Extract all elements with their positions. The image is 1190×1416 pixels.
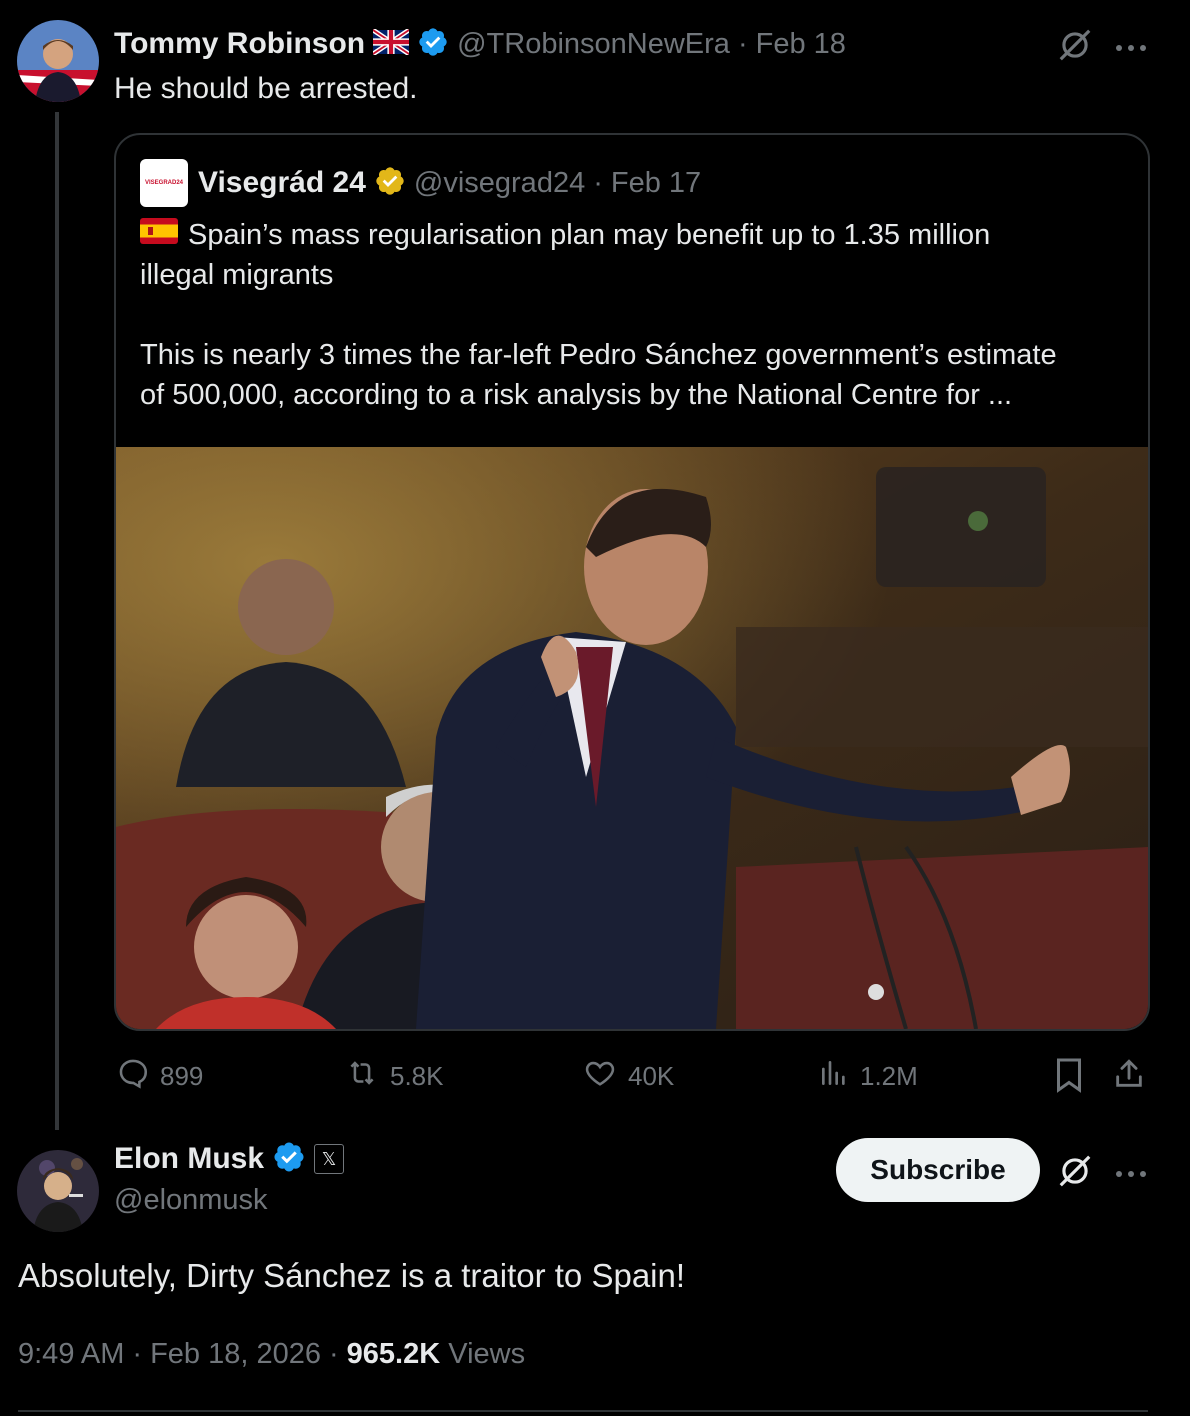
tweet2-views[interactable]: 965.2K Views xyxy=(347,1338,525,1371)
repost-icon xyxy=(344,1056,380,1097)
verified-badge-icon[interactable] xyxy=(417,26,449,63)
tweet2-separator1: · xyxy=(132,1337,143,1370)
views-icon xyxy=(818,1056,850,1097)
reply-count: 899 xyxy=(160,1060,204,1091)
quoted-display-name[interactable]: Visegrád 24 xyxy=(198,166,366,200)
like-action[interactable]: 40K xyxy=(582,1056,674,1096)
bottom-divider xyxy=(18,1410,1148,1412)
more-icon[interactable] xyxy=(1114,40,1148,58)
elon-musk-avatar[interactable] xyxy=(17,1150,99,1232)
bookmark-icon[interactable] xyxy=(1054,1057,1084,1098)
grok-icon[interactable] xyxy=(1056,26,1094,69)
quoted-tweet-photo[interactable] xyxy=(116,447,1148,1029)
verified-badge-icon[interactable] xyxy=(272,1140,306,1179)
tweet2-text: Absolutely, Dirty Sánchez is a traitor t… xyxy=(18,1257,686,1294)
x-badge-icon[interactable]: 𝕏 xyxy=(314,1144,345,1174)
views-count: 1.2M xyxy=(860,1060,918,1091)
more-icon[interactable] xyxy=(1114,1166,1148,1184)
views-action[interactable]: 1.2M xyxy=(818,1056,918,1096)
x-badge-text: 𝕏 xyxy=(321,1148,337,1169)
quoted-text: Spain’s mass regularisation plan may ben… xyxy=(140,215,1130,415)
tweet1-header: Tommy Robinson @TRobinsonNewEra · Feb 18 xyxy=(114,26,846,62)
tommy-robinson-avatar[interactable] xyxy=(17,20,99,102)
quoted-separator: · xyxy=(593,166,603,199)
repost-action[interactable]: 5.8K xyxy=(344,1056,444,1096)
reply-icon xyxy=(116,1056,150,1097)
repost-count: 5.8K xyxy=(390,1060,444,1091)
like-count: 40K xyxy=(628,1060,675,1091)
tweet1-text: He should be arrested. xyxy=(114,72,418,105)
quoted-text-line4: of 500,000, according to a risk analysis… xyxy=(140,379,1013,411)
tweet2-views-count: 965.2K xyxy=(346,1337,441,1370)
reply-action[interactable]: 899 xyxy=(116,1056,203,1096)
quoted-date[interactable]: Feb 17 xyxy=(611,167,701,200)
tweet2-handle[interactable]: @elonmusk xyxy=(114,1182,268,1218)
tweet2-views-label: Views xyxy=(448,1337,526,1370)
subscribe-button[interactable]: Subscribe xyxy=(836,1138,1040,1202)
tweet2-metadata: 9:49 AM · Feb 18, 2026 · 965.2K Views xyxy=(18,1334,525,1374)
visegrad-avatar[interactable]: VISEGRAD24 xyxy=(140,159,188,207)
tweet1-date[interactable]: Feb 18 xyxy=(756,28,846,61)
quoted-text-line3: This is nearly 3 times the far-left Pedr… xyxy=(140,339,1057,371)
quoted-text-line2: illegal migrants xyxy=(140,259,334,291)
tweet2-separator2: · xyxy=(329,1337,339,1370)
verified-gold-badge-icon[interactable] xyxy=(374,165,406,202)
quoted-header: Visegrád 24 @visegrad24 · Feb 17 xyxy=(198,165,701,201)
thread-connector-line xyxy=(55,112,59,1130)
tweet2-time[interactable]: 9:49 AM xyxy=(18,1338,124,1371)
like-icon xyxy=(582,1056,618,1097)
tweet2-date[interactable]: Feb 18, 2026 xyxy=(150,1338,321,1371)
tweet1-separator: · xyxy=(737,27,748,60)
visegrad-logo-text: VISEGRAD24 xyxy=(144,180,183,186)
tweet1-handle[interactable]: @TRobinsonNewEra xyxy=(457,28,730,61)
quoted-handle[interactable]: @visegrad24 xyxy=(414,167,585,200)
quoted-text-line1-content: Spain’s mass regularisation plan may ben… xyxy=(188,219,991,251)
spain-flag-icon xyxy=(140,215,178,255)
uk-flag-icon xyxy=(371,27,411,60)
grok-icon[interactable] xyxy=(1056,1152,1094,1195)
parliament-photo-illustration xyxy=(116,447,1148,1029)
quoted-tweet-card[interactable]: VISEGRAD24 Visegrád 24 @visegrad24 · Feb… xyxy=(114,133,1150,1031)
quoted-text-line1: Spain’s mass regularisation plan may ben… xyxy=(140,215,1130,255)
tweet2-header: Elon Musk 𝕏 xyxy=(114,1140,345,1179)
share-icon[interactable] xyxy=(1112,1056,1146,1097)
tweet2-display-name[interactable]: Elon Musk xyxy=(114,1142,264,1176)
tweet1-display-name[interactable]: Tommy Robinson xyxy=(114,27,365,61)
